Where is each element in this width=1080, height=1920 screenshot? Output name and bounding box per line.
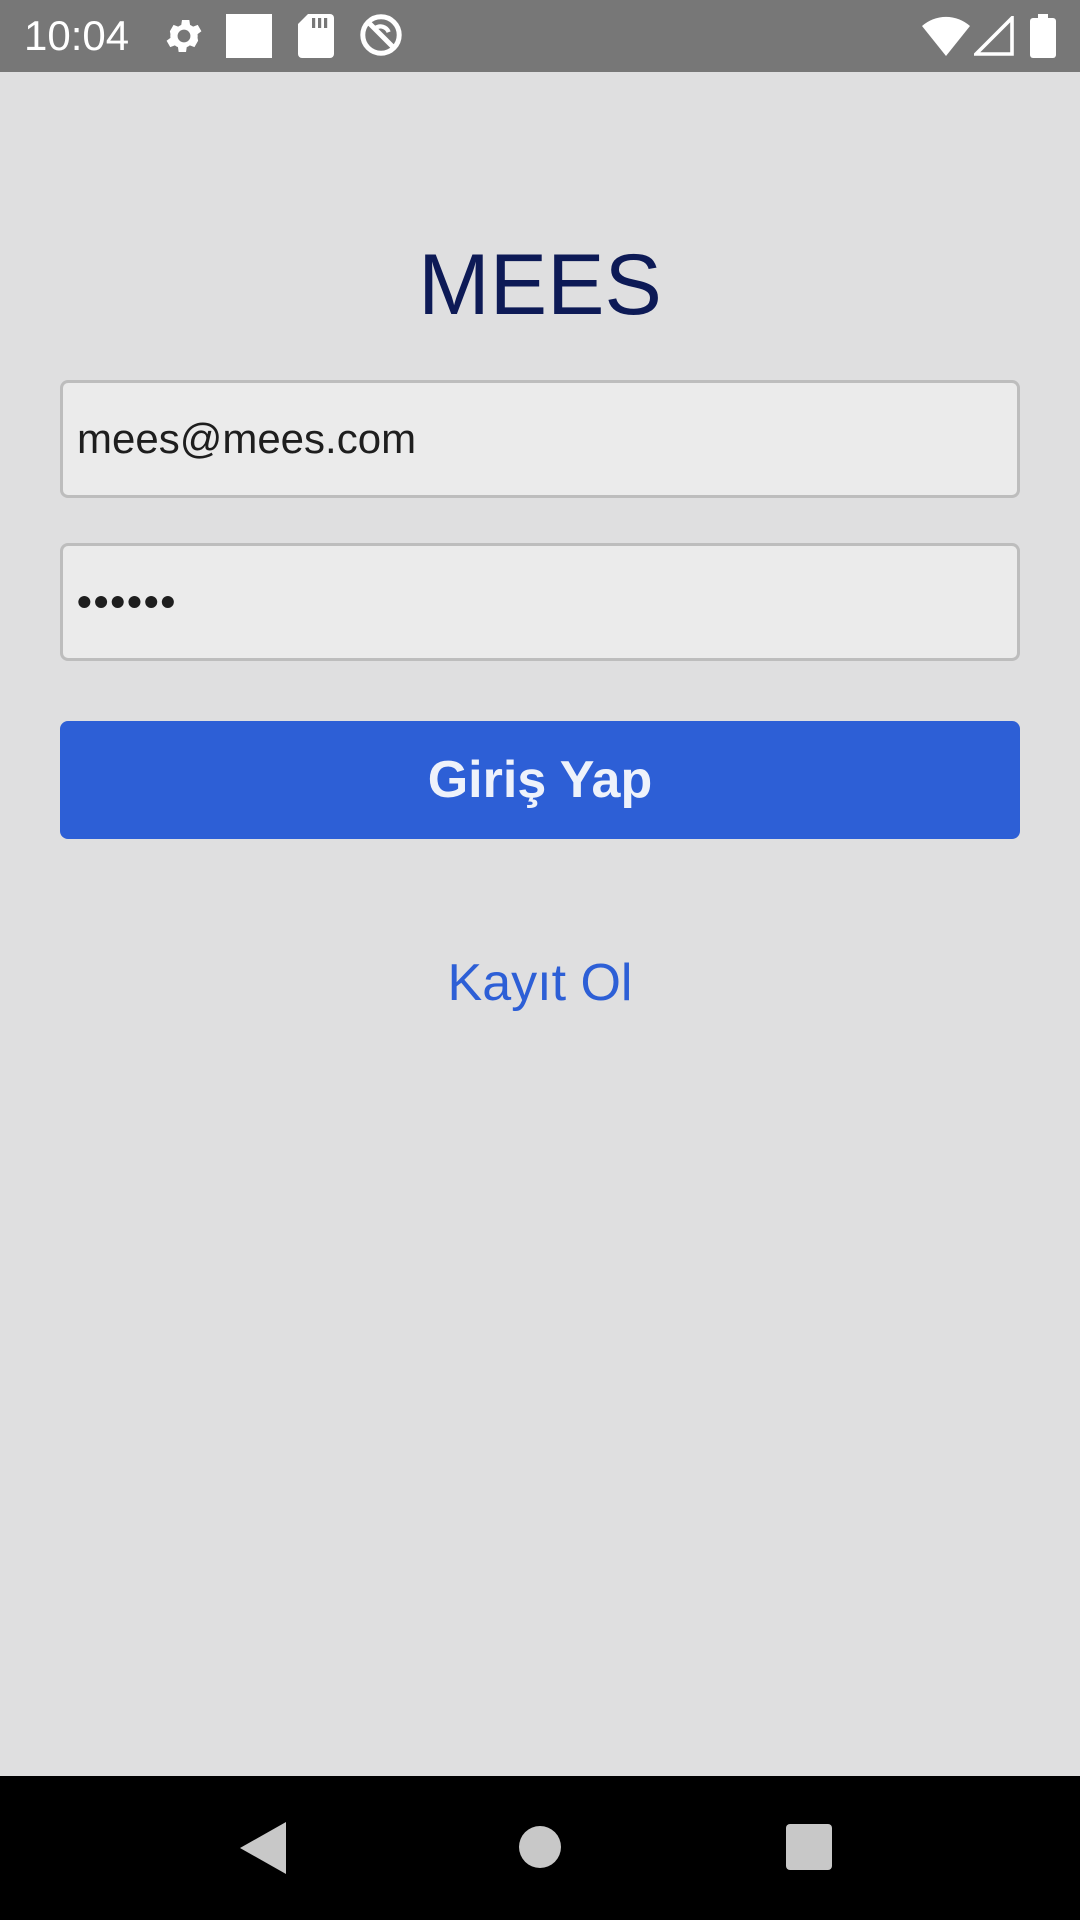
status-time: 10:04 xyxy=(24,12,130,59)
home-icon xyxy=(519,1826,561,1868)
password-value: •••••• xyxy=(77,578,178,625)
app-title: MEES xyxy=(418,237,662,333)
email-value: mees@mees.com xyxy=(77,415,417,462)
sync-disabled-icon xyxy=(358,12,404,63)
nav-home-button[interactable] xyxy=(518,1825,562,1869)
status-bar: 10:04 xyxy=(0,0,1080,72)
battery-icon xyxy=(1030,14,1056,63)
nav-recents-button[interactable] xyxy=(786,1824,832,1870)
register-link[interactable]: Kayıt Ol xyxy=(0,948,1080,1018)
sd-card-icon xyxy=(296,14,336,63)
password-field[interactable]: •••••• xyxy=(60,543,1020,661)
gear-icon xyxy=(162,14,206,63)
nav-back-button[interactable] xyxy=(236,1820,294,1876)
recents-icon xyxy=(786,1824,832,1870)
login-screen: MEES mees@mees.com •••••• Giriş Yap Kayı… xyxy=(0,72,1080,1776)
back-icon xyxy=(240,1822,286,1874)
cell-signal-icon xyxy=(971,13,1014,61)
email-field[interactable]: mees@mees.com xyxy=(60,380,1020,498)
square-icon xyxy=(226,14,272,63)
wifi-icon xyxy=(922,16,970,61)
login-button[interactable]: Giriş Yap xyxy=(60,721,1020,839)
